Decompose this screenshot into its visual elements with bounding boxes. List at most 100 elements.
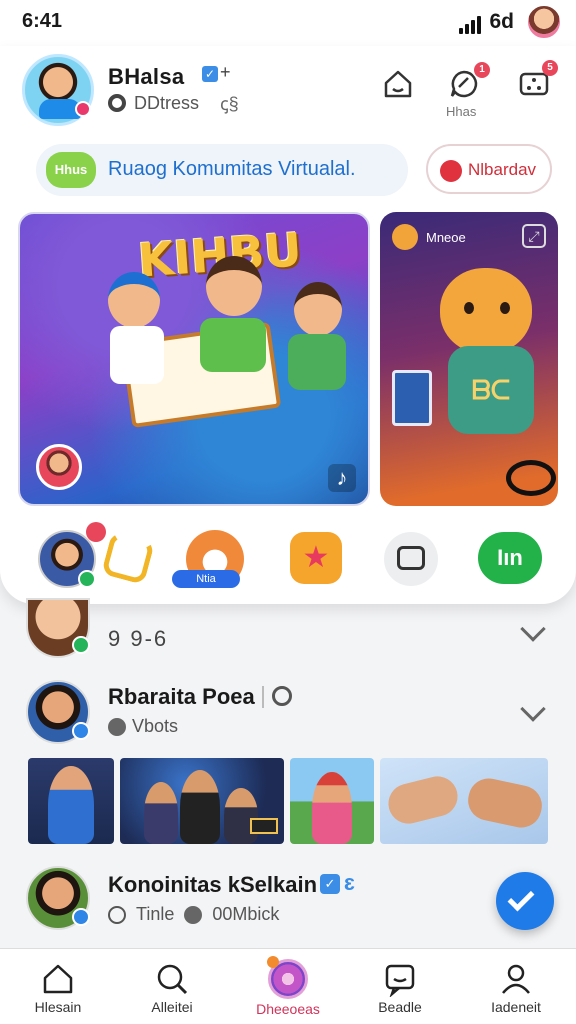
community-title: Ruaog Komumitas Virtualal. <box>108 158 356 180</box>
status-bar: 6:41 6d <box>0 0 576 46</box>
chevron-down-icon[interactable] <box>520 616 546 642</box>
photo-thumbnail[interactable] <box>28 758 114 844</box>
verified-icon: ✓ <box>320 874 340 894</box>
music-note-icon[interactable]: ♪ <box>328 464 356 492</box>
kid-figure-right <box>294 282 342 336</box>
feed-author-sub: Vbots <box>132 716 179 736</box>
notifications-button[interactable]: 5 <box>516 60 558 102</box>
status-avatar[interactable] <box>526 4 562 40</box>
photo-thumbnail[interactable] <box>380 758 548 844</box>
app-screen: 6:41 6d BHalsa ✓ + DDtress ꞔ§ 1 Hhas 5 H… <box>0 0 576 1024</box>
status-ring-icon <box>108 94 126 112</box>
feed-author-name[interactable]: Konoinitas kSelkain <box>108 872 317 898</box>
community-action-button[interactable]: Nlbardav <box>426 144 552 194</box>
expand-icon[interactable]: ⤢ <box>522 224 546 248</box>
profile-name: BHalsa <box>108 64 185 89</box>
nav-discover[interactable]: Dheeoeas <box>238 955 338 1024</box>
community-chip: Hhus <box>46 152 96 188</box>
profile-avatar[interactable] <box>22 54 94 126</box>
feed-author-extra: ɛ <box>344 870 355 895</box>
brand-logo-icon <box>440 160 462 182</box>
kid-figure-center <box>206 256 262 316</box>
bottom-nav: Hlesain Alleitei Dheeoeas Beadle Iadenei… <box>0 948 576 1024</box>
search-icon <box>157 964 188 995</box>
messages-badge: 1 <box>474 62 490 78</box>
kid-shirt-left <box>110 326 164 384</box>
pet-tag: Ntia <box>172 570 240 588</box>
bear-character <box>440 268 532 354</box>
card-book-icon <box>392 370 432 426</box>
feed-meta: Tinle 00Mbick <box>108 904 279 925</box>
inbox-button[interactable] <box>384 532 438 586</box>
home-icon <box>43 964 73 994</box>
profile-icon <box>502 964 530 994</box>
notification-dot <box>86 522 106 542</box>
heart-icon <box>108 718 126 736</box>
signal-icon <box>459 14 482 34</box>
feed-avatar-3[interactable] <box>26 866 90 930</box>
feed-avatar-2[interactable] <box>26 680 90 744</box>
verified-check-icon <box>78 570 96 588</box>
comment-icon <box>184 905 203 924</box>
emoji-icon[interactable] <box>272 686 292 706</box>
chevron-down-icon[interactable] <box>520 696 546 722</box>
nav-search[interactable]: Alleitei <box>122 955 222 1024</box>
star-button[interactable]: ★ <box>290 532 342 584</box>
card-author-avatar[interactable] <box>36 444 82 490</box>
clock-icon <box>108 905 126 924</box>
notifications-badge: 5 <box>542 60 558 76</box>
photo-thumbnail[interactable] <box>120 758 284 844</box>
network-indicator: 6d <box>459 10 514 34</box>
check-icon <box>507 884 535 912</box>
feed-avatar-1[interactable] <box>26 598 90 658</box>
nav-profile[interactable]: Iadeneit <box>466 955 566 1024</box>
join-button[interactable]: Iın <box>478 532 542 584</box>
kid-shirt-center <box>200 318 266 372</box>
feed-author-name[interactable]: Rbaraita Poea <box>108 684 255 710</box>
status-time: 6:41 <box>22 10 63 32</box>
verified-icon <box>72 636 90 654</box>
add-icon[interactable]: + <box>220 62 231 83</box>
profile-sub-glyph: ꞔ§ <box>220 94 239 114</box>
featured-card[interactable]: KIHBU ♪ <box>18 212 370 506</box>
house-icon <box>384 70 412 98</box>
verified-icon: ✓ <box>202 66 218 82</box>
network-label: 6d <box>489 10 514 33</box>
nav-profile-label: Iadeneit <box>491 999 541 1015</box>
friend-avatar[interactable] <box>38 522 106 588</box>
reaction-icon[interactable] <box>101 531 155 585</box>
nav-search-label: Alleitei <box>151 999 193 1015</box>
profile-card: BHalsa ✓ + DDtress ꞔ§ 1 Hhas 5 Hhus Ruao… <box>0 46 576 604</box>
community-action-label: Nlbardav <box>468 160 537 179</box>
verified-icon <box>72 908 90 926</box>
discover-icon <box>267 956 308 999</box>
feed-count: 00Mbick <box>212 904 280 924</box>
nav-home-label: Hlesain <box>34 999 82 1015</box>
nav-discover-label: Dheeoeas <box>256 1001 320 1017</box>
nav-home[interactable]: Hlesain <box>8 955 108 1024</box>
messages-label: Hhas <box>446 104 477 119</box>
kid-figure-left <box>108 272 160 328</box>
secondary-card-label: Mneoe <box>426 230 466 245</box>
nav-messages[interactable]: Beadle <box>350 955 450 1024</box>
sunglasses-icon <box>506 460 556 496</box>
online-dot <box>75 101 91 117</box>
profile-subtitle: DDtress <box>134 93 200 113</box>
messages-button[interactable]: 1 <box>446 62 490 102</box>
bear-eye-left <box>464 302 474 314</box>
photo-thumbnail[interactable] <box>290 758 374 844</box>
confirm-fab-button[interactable] <box>496 872 554 930</box>
messages-icon <box>385 964 415 997</box>
feed-time: Tinle <box>136 904 175 924</box>
home-button[interactable] <box>380 66 416 102</box>
bear-body: ᗷᑕ <box>448 346 534 434</box>
verified-icon <box>72 722 90 740</box>
card-badge-icon <box>392 224 418 250</box>
feed-item-value: 9 9-6 <box>108 626 169 651</box>
name-divider <box>262 686 264 708</box>
secondary-card[interactable]: Mneoe ⤢ ᗷᑕ <box>380 212 558 506</box>
community-banner[interactable]: Hhus Ruaog Komumitas Virtualal. <box>36 144 408 196</box>
inbox-icon <box>397 546 425 570</box>
nav-messages-label: Beadle <box>378 999 422 1015</box>
bear-eye-right <box>500 302 510 314</box>
